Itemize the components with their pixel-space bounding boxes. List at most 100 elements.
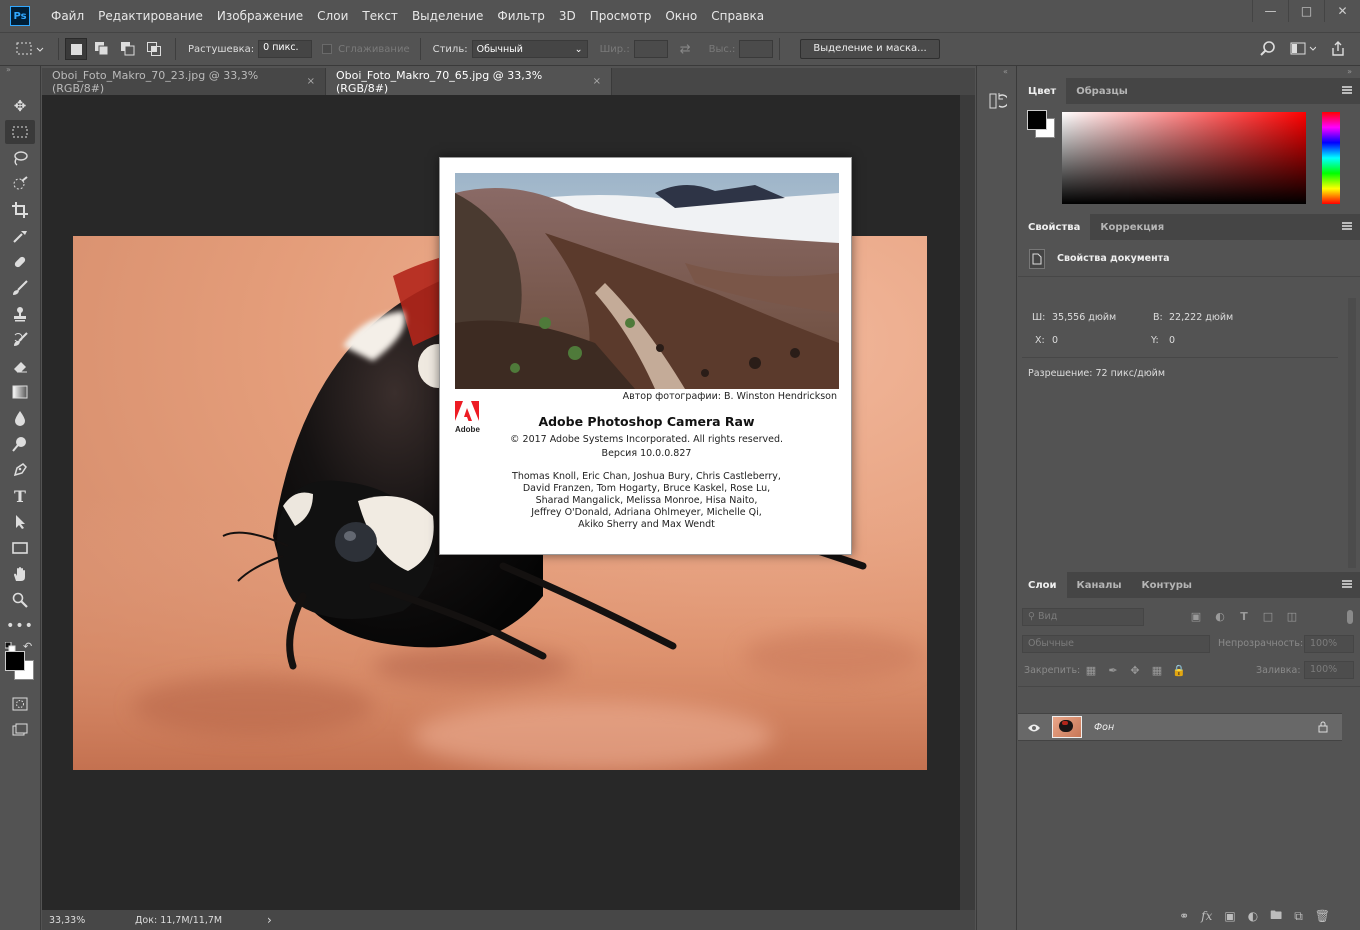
zoom-level[interactable]: 33,33% xyxy=(49,915,129,926)
search-icon[interactable] xyxy=(1260,41,1276,57)
y-value[interactable]: 0 xyxy=(1169,335,1175,346)
panel-menu-icon[interactable] xyxy=(1342,580,1352,588)
minimize-button[interactable]: — xyxy=(1252,0,1288,22)
workspace-icon[interactable] xyxy=(1290,42,1316,56)
foreground-color-swatch[interactable] xyxy=(1027,110,1047,130)
edit-toolbar[interactable]: ••• xyxy=(5,614,35,638)
close-window-button[interactable]: ✕ xyxy=(1324,0,1360,22)
blur-tool[interactable] xyxy=(5,406,35,430)
width-input[interactable] xyxy=(633,40,668,58)
menu-select[interactable]: Выделение xyxy=(405,9,490,23)
intersect-selection-button[interactable] xyxy=(143,38,165,60)
trash-icon[interactable]: 🗑 xyxy=(1315,909,1330,923)
menu-view[interactable]: Просмотр xyxy=(583,9,659,23)
filter-type-icon[interactable]: T xyxy=(1237,610,1251,624)
tab-layers[interactable]: Слои xyxy=(1018,572,1067,598)
tab-swatches[interactable]: Образцы xyxy=(1066,78,1138,104)
fill-input[interactable]: 100% xyxy=(1304,661,1354,679)
move-tool[interactable]: ✥ xyxy=(5,94,35,118)
layer-row[interactable]: Фон xyxy=(1018,713,1342,741)
style-select[interactable]: Обычный ⌄ xyxy=(471,40,588,58)
collapse-strip-icon[interactable]: « xyxy=(977,66,1016,78)
adjustment-layer-icon[interactable]: ◐ xyxy=(1248,909,1258,923)
opacity-input[interactable]: 100% xyxy=(1304,635,1354,653)
tab-color[interactable]: Цвет xyxy=(1018,78,1067,104)
healing-brush-tool[interactable] xyxy=(5,250,35,274)
add-selection-button[interactable] xyxy=(91,38,113,60)
layer-filter-input[interactable]: ⚲ Вид xyxy=(1022,608,1144,626)
menu-layers[interactable]: Слои xyxy=(310,9,355,23)
panel-menu-icon[interactable] xyxy=(1342,222,1352,230)
filter-pixel-icon[interactable]: ▣ xyxy=(1189,610,1203,624)
dodge-tool[interactable] xyxy=(5,432,35,456)
tab-adjustments[interactable]: Коррекция xyxy=(1090,214,1174,240)
filter-shape-icon[interactable]: □ xyxy=(1261,610,1275,624)
collapse-toolbar-icon[interactable]: » xyxy=(0,66,40,74)
feather-input[interactable]: 0 пикс. xyxy=(258,40,313,58)
quick-select-tool[interactable] xyxy=(5,172,35,196)
height-value[interactable]: 22,222 дюйм xyxy=(1169,312,1233,323)
menu-image[interactable]: Изображение xyxy=(210,9,310,23)
close-icon[interactable]: × xyxy=(593,76,601,87)
menu-type[interactable]: Текст xyxy=(355,9,405,23)
menu-window[interactable]: Окно xyxy=(658,9,704,23)
path-selection-tool[interactable] xyxy=(5,510,35,534)
tab-paths[interactable]: Контуры xyxy=(1132,572,1202,598)
fx-icon[interactable]: fx xyxy=(1201,909,1212,923)
lock-position-icon[interactable]: ✥ xyxy=(1128,664,1142,678)
eraser-tool[interactable] xyxy=(5,354,35,378)
lock-transparent-icon[interactable]: ▦ xyxy=(1084,664,1098,678)
hand-tool[interactable] xyxy=(5,562,35,586)
history-brush-tool[interactable] xyxy=(5,328,35,352)
antialias-checkbox[interactable] xyxy=(322,44,333,54)
lock-pixels-icon[interactable]: ✒ xyxy=(1106,664,1120,678)
expand-panels-icon[interactable]: » xyxy=(1018,66,1360,78)
lock-all-icon[interactable]: 🔒 xyxy=(1172,664,1186,678)
menu-file[interactable]: Файл xyxy=(44,9,91,23)
quick-mask-button[interactable] xyxy=(5,692,35,716)
clone-stamp-tool[interactable] xyxy=(5,302,35,326)
panel-menu-icon[interactable] xyxy=(1342,86,1352,94)
share-icon[interactable] xyxy=(1330,41,1346,57)
close-icon[interactable]: × xyxy=(307,76,315,87)
status-menu-arrow[interactable]: › xyxy=(267,913,272,927)
swap-dimensions-icon[interactable]: ⇄ xyxy=(680,42,691,57)
x-value[interactable]: 0 xyxy=(1052,335,1058,346)
tab-properties[interactable]: Свойства xyxy=(1018,214,1091,240)
select-and-mask-button[interactable]: Выделение и маска... xyxy=(800,39,940,59)
hue-slider[interactable] xyxy=(1322,112,1340,204)
filter-adjustment-icon[interactable]: ◐ xyxy=(1213,610,1227,624)
filter-toggle[interactable] xyxy=(1347,610,1353,624)
new-selection-button[interactable] xyxy=(65,38,87,60)
height-input[interactable] xyxy=(739,40,774,58)
width-value[interactable]: 35,556 дюйм xyxy=(1052,312,1116,323)
menu-help[interactable]: Справка xyxy=(704,9,771,23)
document-tab-active[interactable]: Oboi_Foto_Makro_70_65.jpg @ 33,3% (RGB/8… xyxy=(326,68,612,95)
document-tab[interactable]: Oboi_Foto_Makro_70_23.jpg @ 33,3% (RGB/8… xyxy=(42,68,326,95)
folder-icon[interactable]: 🖿 xyxy=(1270,906,1282,927)
layer-name[interactable]: Фон xyxy=(1094,722,1114,733)
crop-tool[interactable] xyxy=(5,198,35,222)
gradient-tool[interactable] xyxy=(5,380,35,404)
eyedropper-tool[interactable] xyxy=(5,224,35,248)
screen-mode-button[interactable] xyxy=(5,718,35,742)
lasso-tool[interactable] xyxy=(5,146,35,170)
rectangle-tool[interactable] xyxy=(5,536,35,560)
history-panel-button[interactable] xyxy=(989,92,1016,113)
vertical-scrollbar[interactable] xyxy=(960,95,975,910)
zoom-tool[interactable] xyxy=(5,588,35,612)
pen-tool[interactable] xyxy=(5,458,35,482)
tab-channels[interactable]: Каналы xyxy=(1067,572,1132,598)
filter-smartobject-icon[interactable]: ◫ xyxy=(1285,610,1299,624)
lock-artboard-icon[interactable]: ▦ xyxy=(1150,664,1164,678)
color-field[interactable] xyxy=(1062,112,1306,204)
menu-3d[interactable]: 3D xyxy=(552,9,583,23)
about-camera-raw-dialog[interactable]: Автор фотографии: B. Winston Hendrickson… xyxy=(439,157,852,555)
blend-mode-select[interactable]: Обычные xyxy=(1022,635,1210,653)
link-icon[interactable]: ⚭ xyxy=(1179,909,1189,923)
menu-filter[interactable]: Фильтр xyxy=(490,9,551,23)
menu-edit[interactable]: Редактирование xyxy=(91,9,210,23)
add-mask-icon[interactable]: ▣ xyxy=(1224,909,1235,923)
brush-tool[interactable] xyxy=(5,276,35,300)
type-tool[interactable]: T xyxy=(5,484,35,508)
